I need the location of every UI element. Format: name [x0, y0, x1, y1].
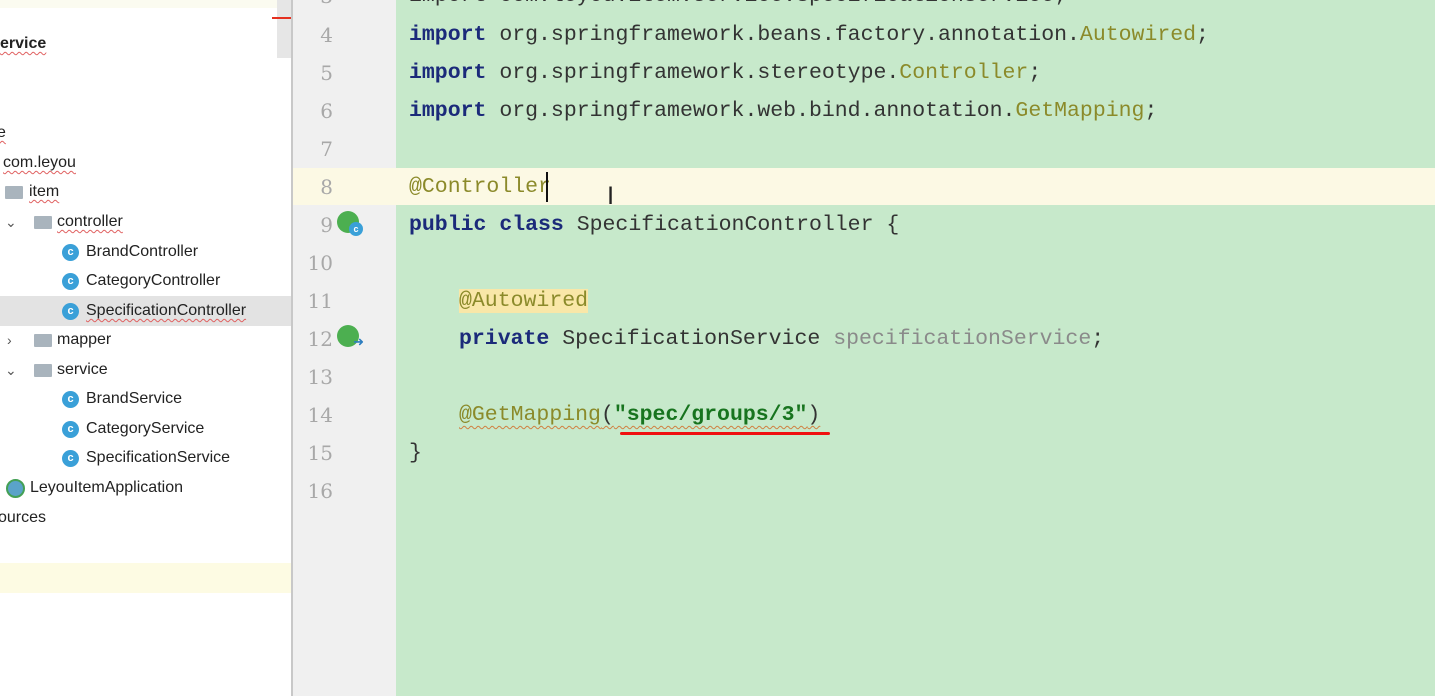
tree-item-service[interactable]: ⌄ service — [0, 355, 291, 385]
line-number: 12 — [307, 327, 333, 351]
class-icon: c — [62, 391, 79, 408]
code-line-3[interactable]: import com.leyou.item.service.Specificat… — [409, 0, 1067, 15]
code-line-4[interactable]: import org.springframework.beans.factory… — [409, 16, 1209, 54]
text-caret — [546, 172, 548, 202]
code-line-6[interactable]: import org.springframework.web.bind.anno… — [409, 92, 1157, 130]
code-line-15[interactable]: } — [409, 434, 422, 472]
line-number: 15 — [307, 441, 333, 465]
folder-icon — [34, 334, 52, 347]
tree-item-specification-service[interactable]: c SpecificationService — [0, 443, 291, 473]
spring-boot-app-icon — [6, 479, 25, 498]
line-number: 8 — [320, 175, 333, 199]
code-line-14[interactable]: @GetMapping("spec/groups/3") — [459, 396, 820, 434]
tree-item-item[interactable]: item — [0, 177, 291, 207]
line-number: 9 — [320, 213, 333, 237]
tree-item-com-leyou[interactable]: com.leyou — [0, 148, 291, 178]
code-line-5[interactable]: import org.springframework.stereotype.Co… — [409, 54, 1041, 92]
tree-item-leyou-item-application[interactable]: LeyouItemApplication — [0, 473, 291, 503]
project-tree-panel: ervice e com.leyou item ⌄ controller c Bra… — [0, 0, 291, 696]
ibeam-cursor-icon: I — [607, 182, 615, 210]
folder-icon — [5, 186, 23, 199]
line-number: 13 — [307, 365, 333, 389]
tree-item-brand-service[interactable]: c BrandService — [0, 384, 291, 414]
class-icon: c — [62, 450, 79, 467]
chevron-right-icon[interactable]: › — [7, 332, 12, 348]
line-number: 10 — [307, 251, 333, 275]
class-icon: c — [62, 273, 79, 290]
tree-item-module[interactable]: ervice — [0, 29, 291, 59]
tree-item-mapper[interactable]: › mapper — [0, 325, 291, 355]
code-line-11[interactable]: @Autowired — [459, 282, 589, 320]
tree-item-category-controller[interactable]: c CategoryController — [0, 266, 291, 296]
line-number: 16 — [307, 479, 333, 503]
chevron-down-icon[interactable]: ⌄ — [5, 214, 17, 231]
folder-icon — [34, 216, 52, 229]
tree-item-controller[interactable]: ⌄ controller — [0, 207, 291, 237]
spring-bean-class-gutter-icon[interactable]: c — [337, 211, 363, 236]
tree-item-folder[interactable]: e — [0, 118, 291, 148]
chevron-down-icon[interactable]: ⌄ — [5, 362, 17, 379]
tree-highlight-row — [0, 563, 291, 593]
folder-icon — [34, 364, 52, 377]
tree-item-specification-controller[interactable]: c SpecificationController — [0, 296, 291, 326]
line-number: 11 — [307, 289, 333, 313]
tree-item-brand-controller[interactable]: c BrandController — [0, 237, 291, 267]
line-number: 7 — [320, 137, 333, 161]
line-number: 4 — [320, 23, 333, 47]
line-number: 14 — [307, 403, 333, 427]
code-line-12[interactable]: private SpecificationService specificati… — [459, 320, 1104, 358]
red-annotation-mark — [272, 17, 291, 19]
line-number: 6 — [320, 99, 333, 123]
spring-autowired-gutter-icon[interactable]: ➜ — [337, 325, 364, 349]
tree-item-category-service[interactable]: c CategoryService — [0, 414, 291, 444]
class-icon: c — [62, 303, 79, 320]
line-number: 3 — [293, 0, 333, 15]
tree-item-resources[interactable]: ources — [0, 503, 291, 533]
class-icon: c — [62, 421, 79, 438]
line-number: 5 — [320, 61, 333, 85]
class-icon: c — [62, 244, 79, 261]
code-line-8[interactable]: @Controller — [409, 168, 551, 206]
code-line-9[interactable]: public class SpecificationController { — [409, 206, 899, 244]
red-underline-annotation — [620, 432, 830, 435]
tree-top-strip — [0, 0, 291, 8]
